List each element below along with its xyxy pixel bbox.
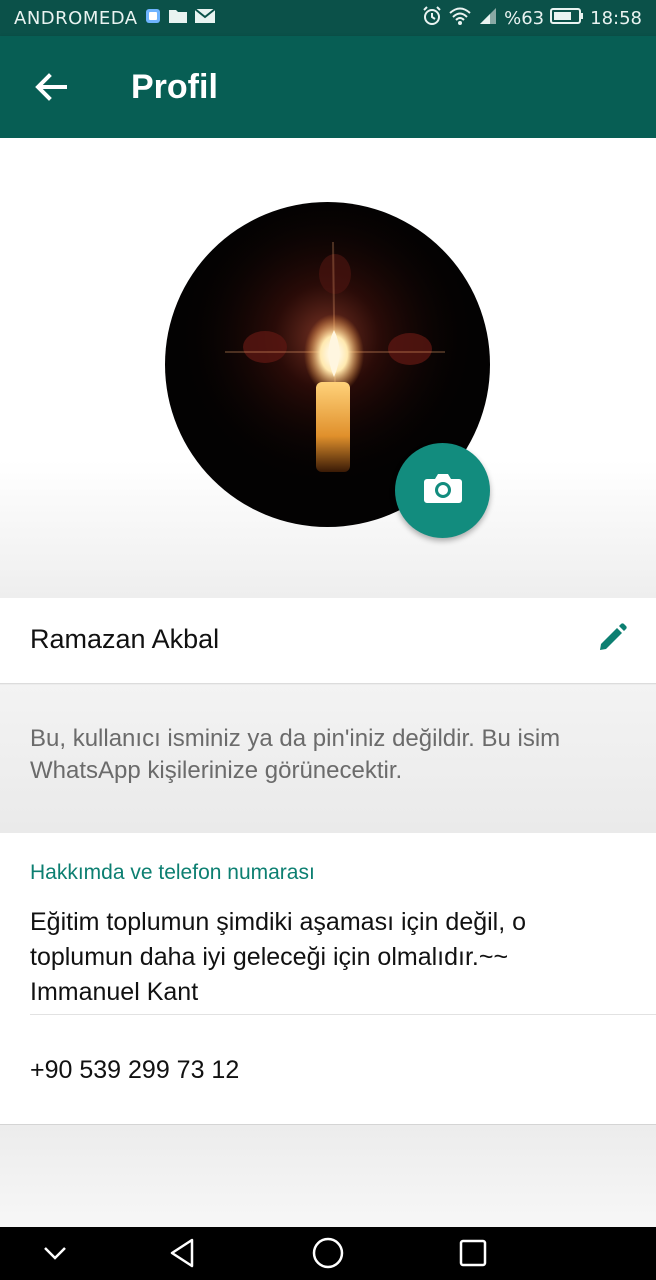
divider xyxy=(30,1014,656,1015)
nav-home-button[interactable] xyxy=(303,1233,353,1277)
about-section: Hakkımda ve telefon numarası Eğitim topl… xyxy=(0,833,656,1125)
app-bar: Profil xyxy=(0,36,656,138)
edit-name-button[interactable] xyxy=(592,620,632,660)
change-photo-button[interactable] xyxy=(395,443,490,538)
recents-square-icon xyxy=(458,1238,488,1273)
wifi-icon xyxy=(448,6,472,31)
back-triangle-icon xyxy=(168,1237,196,1274)
name-hint-text: Bu, kullanıcı isminiz ya da pin'iniz değ… xyxy=(30,725,561,784)
status-left: ANDROMEDA xyxy=(14,7,216,30)
nav-back-button[interactable] xyxy=(157,1233,207,1277)
navigation-bar xyxy=(0,1227,656,1280)
mail-icon xyxy=(193,7,216,30)
phone-number: +90 539 299 73 12 xyxy=(30,1056,240,1084)
name-hint-section: Bu, kullanıcı isminiz ya da pin'iniz değ… xyxy=(0,685,656,833)
notification-square-icon xyxy=(144,7,162,30)
folder-icon xyxy=(168,7,188,30)
hide-nav-button[interactable] xyxy=(30,1233,80,1277)
page-title: Profil xyxy=(131,68,218,106)
status-right: %63 18:58 xyxy=(422,5,642,31)
arrow-left-icon xyxy=(35,72,67,106)
home-circle-icon xyxy=(311,1236,345,1275)
chevron-down-icon xyxy=(42,1245,68,1266)
pencil-icon xyxy=(597,622,627,658)
status-bar: ANDROMEDA %63 18:58 xyxy=(0,0,656,36)
about-section-header: Hakkımda ve telefon numarası xyxy=(30,861,315,884)
profile-name: Ramazan Akbal xyxy=(30,624,220,654)
alarm-icon xyxy=(422,5,442,31)
battery-icon xyxy=(550,7,584,30)
empty-area xyxy=(0,1125,656,1227)
carrier-name: ANDROMEDA xyxy=(14,7,138,29)
nav-recents-button[interactable] xyxy=(448,1233,498,1277)
signal-icon xyxy=(478,7,498,30)
battery-percent: %63 xyxy=(504,7,545,29)
camera-icon xyxy=(423,472,463,509)
name-row[interactable]: Ramazan Akbal xyxy=(0,598,656,684)
back-button[interactable] xyxy=(28,66,74,112)
clock-time: 18:58 xyxy=(590,7,642,29)
about-text[interactable]: Eğitim toplumun şimdiki aşaması için değ… xyxy=(30,905,590,1010)
